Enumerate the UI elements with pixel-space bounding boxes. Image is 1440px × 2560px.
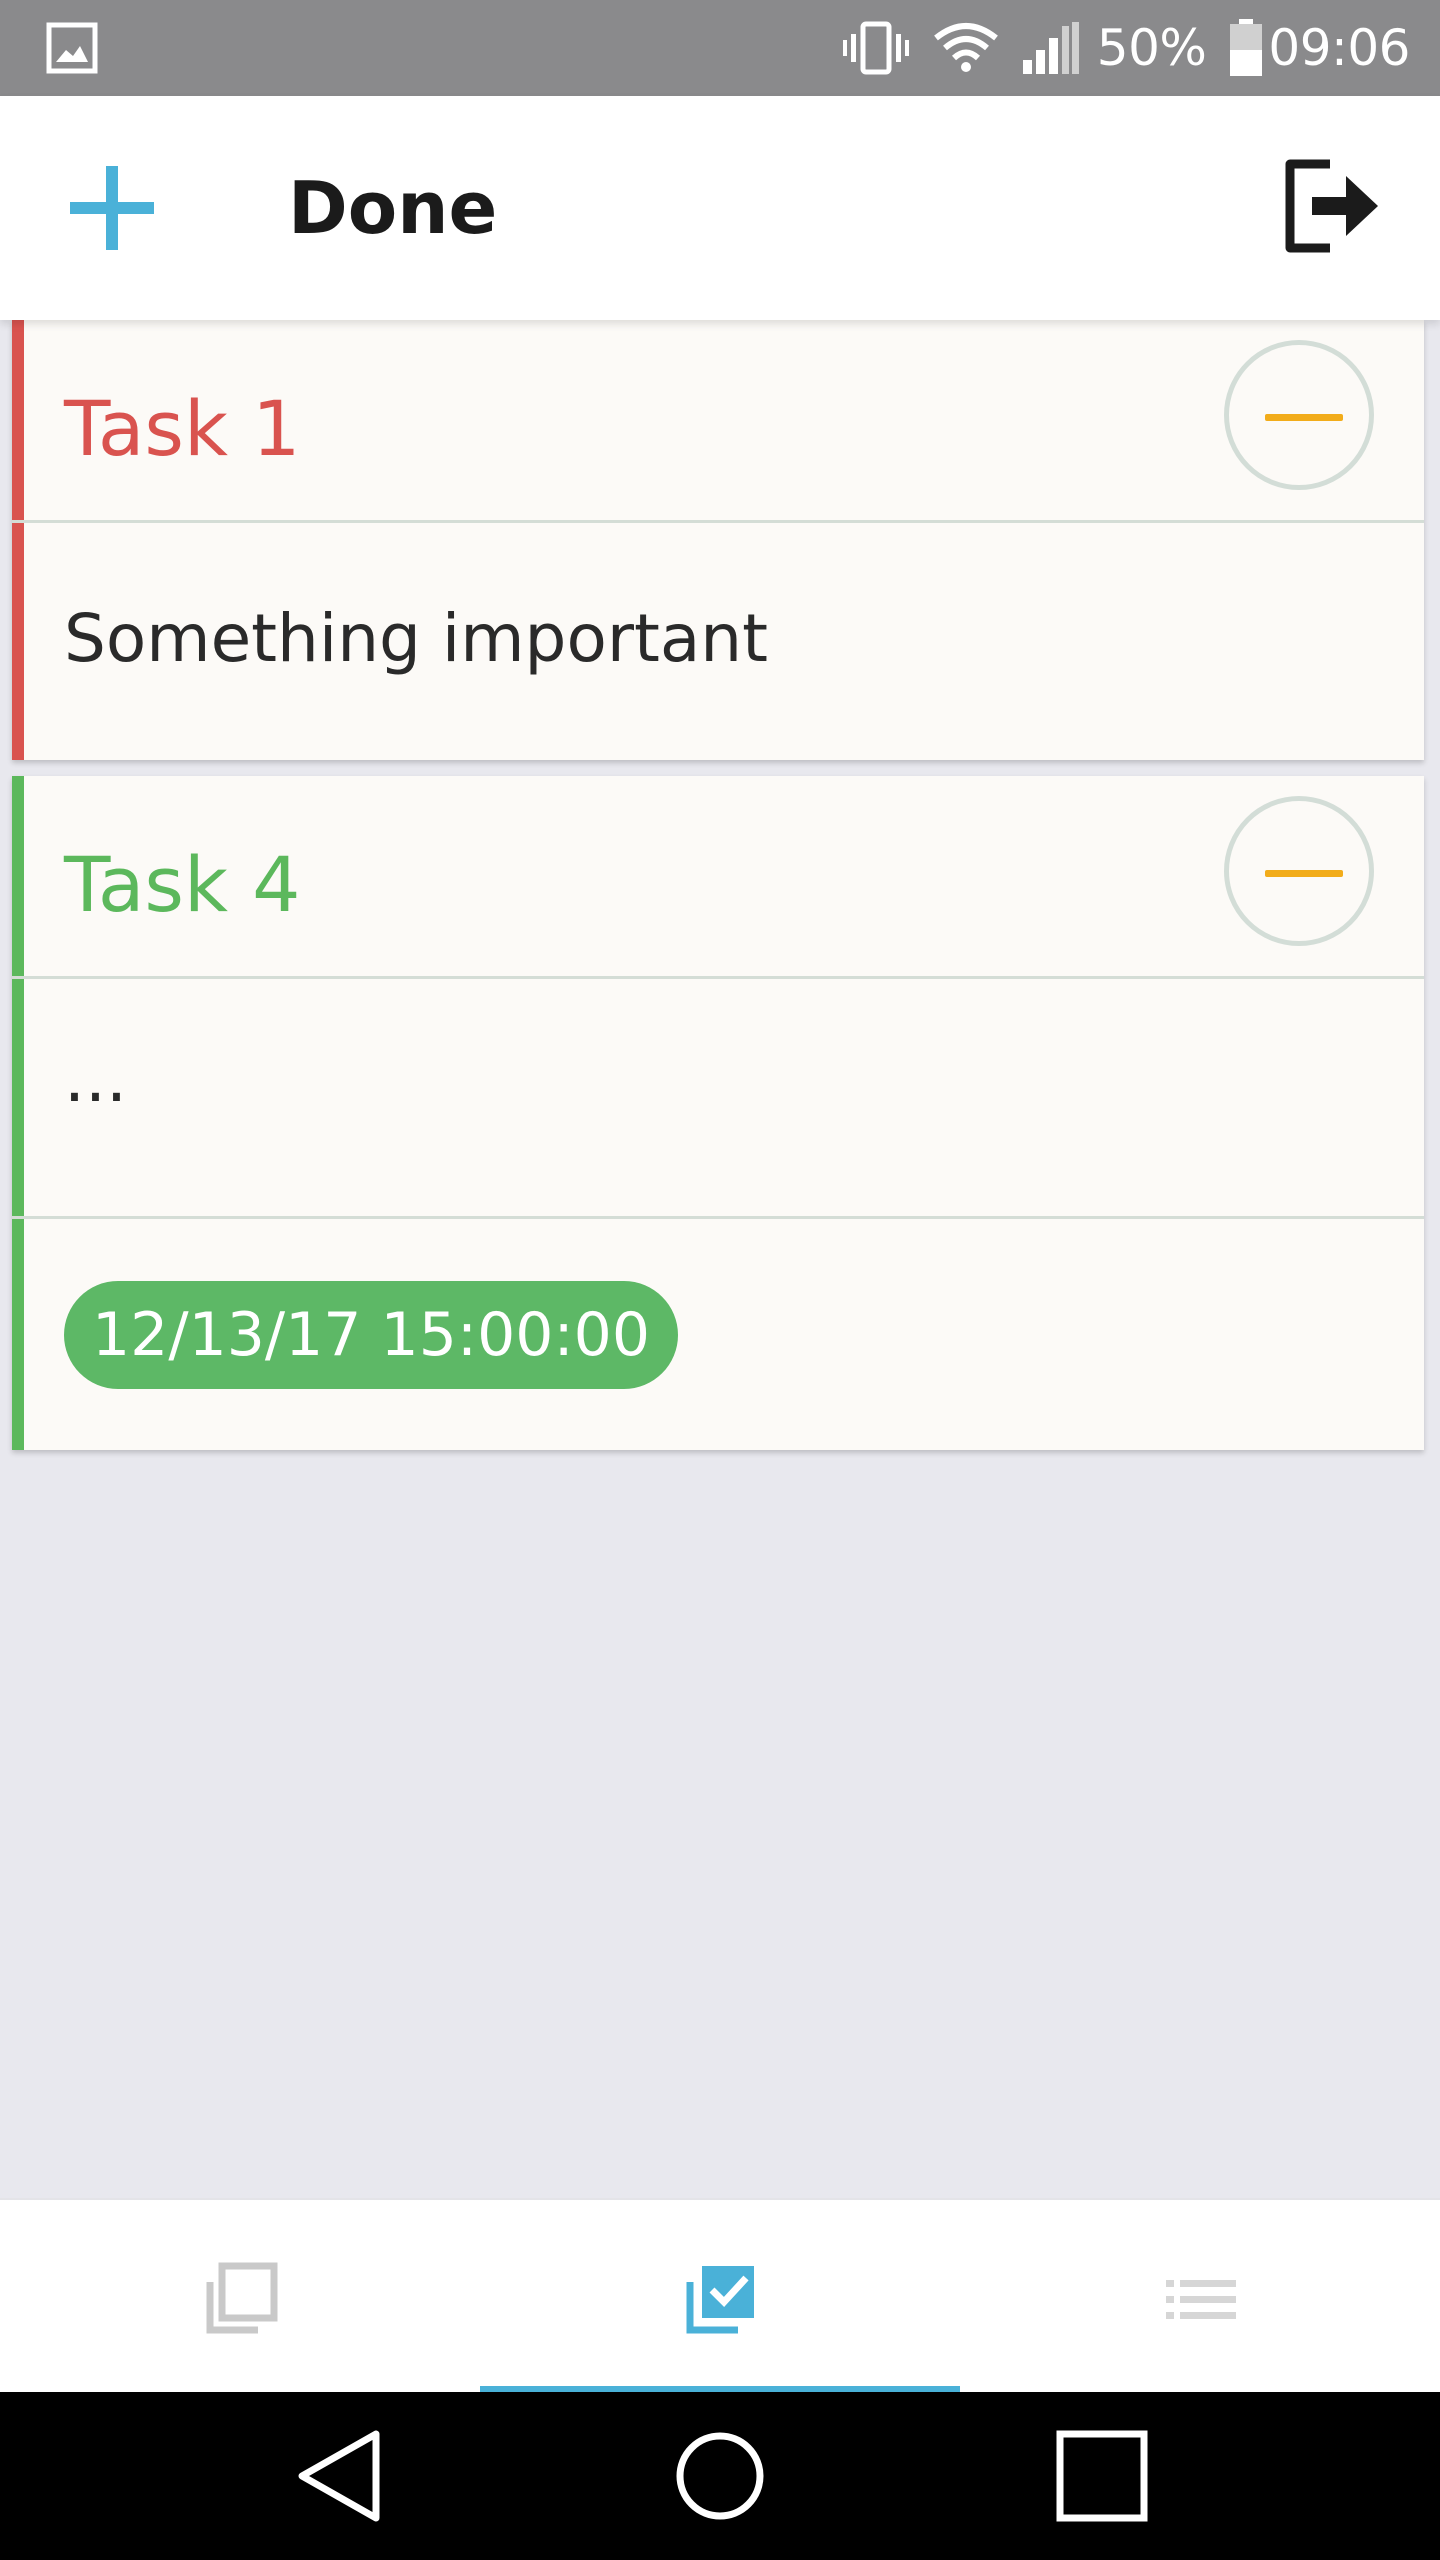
logout-icon	[1285, 159, 1378, 253]
task-card[interactable]: Task 1 Something important	[12, 320, 1424, 760]
logout-button[interactable]	[1282, 156, 1382, 256]
task-description: Something important	[64, 600, 768, 677]
back-icon	[298, 2430, 380, 2522]
status-bar: 50% 09:06	[0, 0, 1440, 96]
minus-icon	[1265, 870, 1343, 877]
task-card[interactable]: Task 4 ... 12/13/17 15:00:00	[12, 776, 1424, 1450]
task-card-header: Task 1	[12, 320, 1424, 523]
home-icon	[676, 2432, 764, 2520]
system-nav-bar	[0, 2392, 1440, 2560]
list-icon	[1166, 2280, 1236, 2319]
uncomplete-task-button[interactable]	[1224, 340, 1374, 490]
tab-todo[interactable]	[0, 2200, 480, 2394]
page-title: Done	[288, 166, 498, 250]
recents-button[interactable]	[1052, 2426, 1152, 2526]
task-card-body: Something important	[12, 523, 1424, 760]
tab-done[interactable]	[480, 2200, 960, 2394]
task-card-body: ...	[12, 979, 1424, 1219]
clock: 09:06	[1268, 19, 1410, 77]
home-button[interactable]	[670, 2426, 770, 2526]
checkbox-stack-icon	[686, 2266, 754, 2334]
uncomplete-task-button[interactable]	[1224, 796, 1374, 946]
task-card-footer: 12/13/17 15:00:00	[12, 1219, 1424, 1447]
vibrate-icon	[841, 20, 911, 76]
app-bar: Done	[0, 96, 1440, 320]
task-description: ...	[64, 1040, 127, 1117]
minus-icon	[1265, 414, 1343, 421]
gallery-notification-icon	[46, 22, 98, 74]
plus-icon	[70, 166, 154, 250]
task-title: Task 1	[64, 384, 301, 473]
battery-percent: 50%	[1096, 19, 1207, 77]
copy-icon	[206, 2262, 278, 2334]
tab-list[interactable]	[960, 2200, 1440, 2394]
bottom-tab-bar	[0, 2198, 1440, 2394]
back-button[interactable]	[292, 2426, 392, 2526]
signal-icon	[1021, 20, 1081, 76]
task-title: Task 4	[64, 840, 301, 929]
recents-icon	[1056, 2430, 1148, 2522]
due-date-badge: 12/13/17 15:00:00	[64, 1281, 679, 1389]
battery-icon	[1228, 18, 1264, 78]
add-task-button[interactable]	[62, 158, 162, 258]
wifi-icon	[933, 22, 999, 74]
task-card-header: Task 4	[12, 776, 1424, 979]
